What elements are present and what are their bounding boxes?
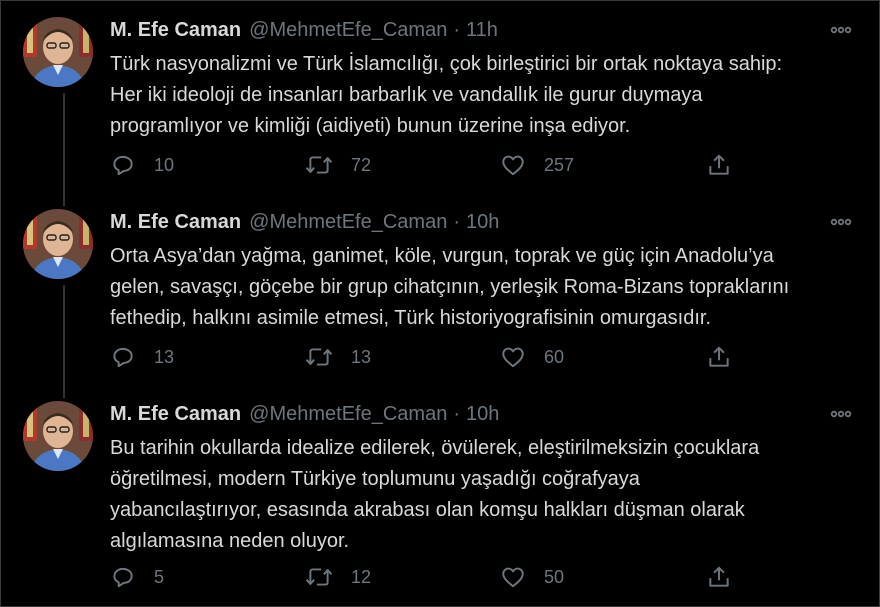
retweet-count: 13 xyxy=(351,346,372,367)
tweet-actions: 10 72 257 xyxy=(110,150,750,180)
tweet-text-line: Her iki ideoloji de insanları barbarlık … xyxy=(110,84,703,106)
share-icon xyxy=(709,154,729,175)
separator-dot: · xyxy=(453,19,460,41)
more-icon[interactable] xyxy=(829,210,853,234)
share-icon xyxy=(709,566,729,587)
like-button[interactable]: 50 xyxy=(500,562,564,592)
display-name[interactable]: M. Efe Caman xyxy=(110,401,241,427)
tweet-text-line: algılamasına neden oluyor. xyxy=(110,530,350,552)
reply-button[interactable]: 13 xyxy=(110,342,174,372)
avatar[interactable] xyxy=(23,17,93,87)
tweet-body: M. Efe Caman @MehmetEfe_Caman · 11h Türk… xyxy=(110,17,859,176)
retweet-button[interactable]: 12 xyxy=(305,562,371,592)
tweet-text: Bu tarihin okullarda idealize edilerek, … xyxy=(110,433,850,557)
heart-icon xyxy=(502,347,524,368)
avatar-image xyxy=(23,209,93,279)
tweet-body: M. Efe Caman @MehmetEfe_Caman · 10h Bu t… xyxy=(110,401,859,588)
thread-connector xyxy=(63,93,65,206)
avatar[interactable] xyxy=(23,209,93,279)
share-button[interactable] xyxy=(706,150,732,180)
retweet-icon xyxy=(305,156,333,174)
retweet-count: 72 xyxy=(351,154,372,175)
tweet-actions: 13 13 60 xyxy=(110,342,750,372)
like-count: 257 xyxy=(544,154,575,175)
timestamp[interactable]: 11h xyxy=(466,17,498,43)
tweet-text-line: Bu tarihin okullarda idealize edilerek, … xyxy=(110,437,760,459)
share-button[interactable] xyxy=(706,562,732,592)
tweet-text: Türk nasyonalizmi ve Türk İslamcılığı, ç… xyxy=(110,49,850,142)
tweet-text-line: Orta Asya’dan yağma, ganimet, köle, vurg… xyxy=(110,245,774,267)
tweet-text-line: fethedip, halkını asimile etmesi, Türk h… xyxy=(110,307,712,329)
timeline-frame: M. Efe Caman @MehmetEfe_Caman · 11h Türk… xyxy=(0,0,880,607)
tweet-text-line: Türk nasyonalizmi ve Türk İslamcılığı, ç… xyxy=(110,53,783,75)
tweet-text: Orta Asya’dan yağma, ganimet, köle, vurg… xyxy=(110,241,850,334)
thread-connector xyxy=(63,285,65,398)
tweet-header: M. Efe Caman @MehmetEfe_Caman · 10h xyxy=(110,401,859,427)
reply-icon xyxy=(113,567,133,588)
separator-dot: · xyxy=(453,403,460,425)
more-icon[interactable] xyxy=(829,18,853,42)
heart-icon xyxy=(502,155,524,176)
reply-icon xyxy=(113,155,133,176)
tweet-text-line: yabancılaştırıyor, esasında akrabası ola… xyxy=(110,499,745,521)
tweet-header: M. Efe Caman @MehmetEfe_Caman · 11h xyxy=(110,17,859,43)
retweet-button[interactable]: 72 xyxy=(305,150,371,180)
tweet-body: M. Efe Caman @MehmetEfe_Caman · 10h Orta… xyxy=(110,209,859,368)
user-handle[interactable]: @MehmetEfe_Caman xyxy=(249,209,447,235)
timestamp[interactable]: 10h xyxy=(466,401,499,427)
reply-count: 13 xyxy=(154,346,175,367)
more-icon[interactable] xyxy=(829,402,853,426)
display-name[interactable]: M. Efe Caman xyxy=(110,17,241,43)
separator-dot: · xyxy=(453,211,460,233)
user-handle[interactable]: @MehmetEfe_Caman xyxy=(249,401,447,427)
avatar-image xyxy=(23,401,93,471)
share-button[interactable] xyxy=(706,342,732,372)
like-button[interactable]: 257 xyxy=(500,150,574,180)
share-icon xyxy=(709,346,729,367)
tweet-actions: 5 12 50 xyxy=(110,562,750,592)
tweet-header: M. Efe Caman @MehmetEfe_Caman · 10h xyxy=(110,209,859,235)
tweet-text-line: öğretilmesi, modern Türkiye toplumunu ya… xyxy=(110,468,640,490)
reply-button[interactable]: 5 xyxy=(110,562,164,592)
like-button[interactable]: 60 xyxy=(500,342,564,372)
like-count: 60 xyxy=(544,346,565,367)
like-count: 50 xyxy=(544,566,565,587)
retweet-icon xyxy=(305,348,333,366)
tweet-text-line: gelen, savaşçı, göçebe bir grup cihatçın… xyxy=(110,276,790,298)
avatar[interactable] xyxy=(23,401,93,471)
avatar-image xyxy=(23,17,93,87)
retweet-button[interactable]: 13 xyxy=(305,342,371,372)
tweet-text-line: programlıyor ve kimliği (aidiyeti) bunun… xyxy=(110,115,631,137)
reply-count: 5 xyxy=(154,566,165,587)
heart-icon xyxy=(502,567,524,588)
display-name[interactable]: M. Efe Caman xyxy=(110,209,241,235)
reply-icon xyxy=(113,347,133,368)
reply-count: 10 xyxy=(154,154,175,175)
reply-button[interactable]: 10 xyxy=(110,150,174,180)
user-handle[interactable]: @MehmetEfe_Caman xyxy=(249,17,447,43)
timestamp[interactable]: 10h xyxy=(466,209,499,235)
retweet-count: 12 xyxy=(351,566,372,587)
retweet-icon xyxy=(305,568,333,586)
